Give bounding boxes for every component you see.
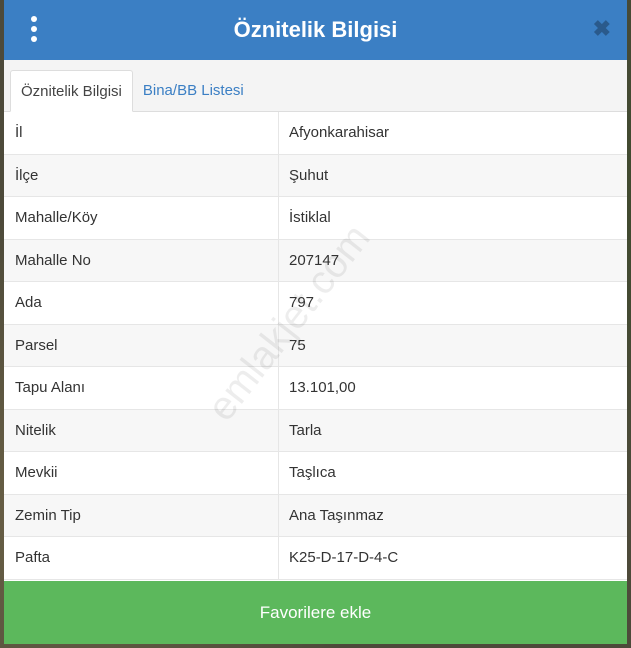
row-value: K25-D-17-D-4-C bbox=[289, 549, 399, 567]
row-value: Taşlıca bbox=[289, 464, 336, 482]
row-value: Tarla bbox=[289, 421, 322, 439]
row-label: Pafta bbox=[4, 537, 279, 579]
dialog-header: Öznitelik Bilgisi ✖ bbox=[4, 0, 627, 60]
row-value: İstiklal bbox=[289, 209, 331, 227]
tab-building-list[interactable]: Bina/BB Listesi bbox=[133, 69, 254, 111]
row-value: Afyonkarahisar bbox=[289, 124, 390, 142]
row-label: İl bbox=[4, 112, 279, 154]
table-row: Pafta K25-D-17-D-4-C bbox=[4, 537, 627, 580]
row-value: 75 bbox=[289, 336, 306, 354]
row-label: Nitelik bbox=[4, 409, 279, 451]
table-row: Parsel 75 bbox=[4, 324, 627, 367]
table-row: İl Afyonkarahisar bbox=[4, 112, 627, 155]
row-value: Ana Taşınmaz bbox=[289, 506, 384, 524]
row-label: İlçe bbox=[4, 154, 279, 196]
kebab-menu-icon[interactable] bbox=[26, 16, 42, 42]
add-to-favorites-button[interactable]: Favorilere ekle bbox=[4, 581, 627, 644]
row-label: Mevkii bbox=[4, 452, 279, 494]
table-row: Mevkii Taşlıca bbox=[4, 452, 627, 495]
table-row: Mahalle No 207147 bbox=[4, 239, 627, 282]
row-label: Parsel bbox=[4, 324, 279, 366]
table-row: Mahalle/Köy İstiklal bbox=[4, 197, 627, 240]
table-row: Tapu Alanı 13.101,00 bbox=[4, 367, 627, 410]
attribute-info-dialog: Öznitelik Bilgisi ✖ Öznitelik Bilgisi Bi… bbox=[4, 0, 627, 644]
table-row: Nitelik Tarla bbox=[4, 409, 627, 452]
close-icon[interactable]: ✖ bbox=[593, 16, 611, 42]
dialog-title: Öznitelik Bilgisi bbox=[233, 17, 398, 42]
row-label: Zemin Tip bbox=[4, 494, 279, 536]
row-value: 797 bbox=[289, 294, 315, 312]
row-label: Tapu Alanı bbox=[4, 367, 279, 409]
tab-attribute-info[interactable]: Öznitelik Bilgisi bbox=[10, 70, 133, 112]
table-row: Ada 797 bbox=[4, 282, 627, 325]
row-value: 207147 bbox=[289, 251, 340, 269]
table-row: İlçe Şuhut bbox=[4, 154, 627, 197]
table-row: Zemin Tip Ana Taşınmaz bbox=[4, 494, 627, 537]
row-value: Şuhut bbox=[289, 166, 329, 184]
row-label: Mahalle/Köy bbox=[4, 197, 279, 239]
attribute-table: İl Afyonkarahisar İlçe Şuhut Mahalle/Köy… bbox=[4, 112, 627, 581]
row-label: Mahalle No bbox=[4, 239, 279, 281]
row-value: 13.101,00 bbox=[289, 379, 356, 397]
row-label: Ada bbox=[4, 282, 279, 324]
tab-bar: Öznitelik Bilgisi Bina/BB Listesi bbox=[4, 60, 627, 112]
